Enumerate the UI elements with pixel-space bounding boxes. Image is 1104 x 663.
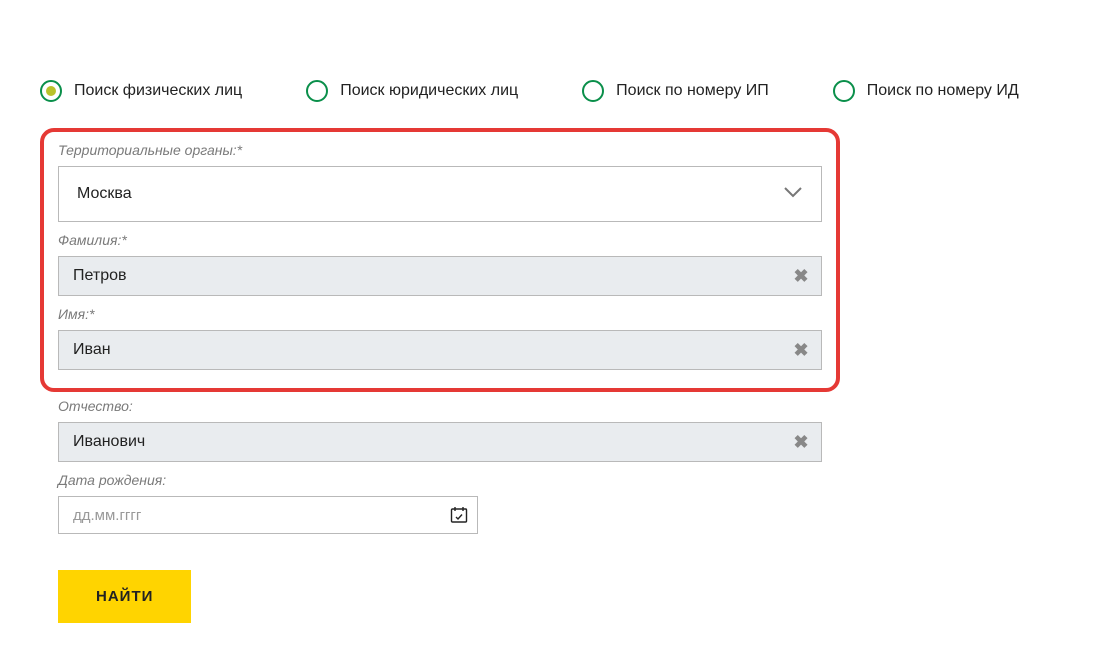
radio-label: Поиск юридических лиц xyxy=(340,82,518,100)
radio-individuals[interactable]: Поиск физических лиц xyxy=(40,80,242,102)
territory-field: Территориальные органы:* Москва xyxy=(58,142,822,222)
radio-label: Поиск по номеру ИД xyxy=(867,82,1019,100)
radio-label: Поиск физических лиц xyxy=(74,82,242,100)
radio-circle-icon xyxy=(306,80,328,102)
territory-label: Территориальные органы:* xyxy=(58,142,822,158)
radio-ip[interactable]: Поиск по номеру ИП xyxy=(582,80,769,102)
search-type-radio-group: Поиск физических лиц Поиск юридических л… xyxy=(40,80,1064,102)
clear-lastname-button[interactable]: ✖ xyxy=(781,257,821,295)
radio-circle-icon xyxy=(40,80,62,102)
radio-label: Поиск по номеру ИП xyxy=(616,82,769,100)
radio-circle-icon xyxy=(833,80,855,102)
patronymic-field: Отчество: ✖ xyxy=(58,398,822,462)
territory-select[interactable]: Москва xyxy=(58,166,822,222)
lastname-input[interactable] xyxy=(59,257,781,295)
firstname-label: Имя:* xyxy=(58,306,822,322)
birthdate-field: Дата рождения: xyxy=(58,472,822,534)
radio-circle-icon xyxy=(582,80,604,102)
close-icon: ✖ xyxy=(793,266,808,287)
birthdate-label: Дата рождения: xyxy=(58,472,822,488)
calendar-button[interactable] xyxy=(441,497,477,533)
patronymic-label: Отчество: xyxy=(58,398,822,414)
radio-id[interactable]: Поиск по номеру ИД xyxy=(833,80,1019,102)
chevron-down-icon xyxy=(783,185,803,203)
firstname-input-wrapper: ✖ xyxy=(58,330,822,370)
close-icon: ✖ xyxy=(793,340,808,361)
lastname-input-wrapper: ✖ xyxy=(58,256,822,296)
firstname-field: Имя:* ✖ xyxy=(58,306,822,370)
clear-patronymic-button[interactable]: ✖ xyxy=(781,423,821,461)
birthdate-input[interactable] xyxy=(59,497,441,533)
patronymic-input[interactable] xyxy=(59,423,781,461)
territory-value: Москва xyxy=(77,185,132,203)
search-button[interactable]: НАЙТИ xyxy=(58,570,191,623)
birthdate-input-wrapper xyxy=(58,496,478,534)
clear-firstname-button[interactable]: ✖ xyxy=(781,331,821,369)
calendar-icon xyxy=(450,506,468,524)
lastname-label: Фамилия:* xyxy=(58,232,822,248)
highlighted-section: Территориальные органы:* Москва Фамилия:… xyxy=(40,128,840,392)
patronymic-input-wrapper: ✖ xyxy=(58,422,822,462)
outer-fields: Отчество: ✖ Дата рождения: НАЙТИ xyxy=(40,398,840,623)
close-icon: ✖ xyxy=(793,432,808,453)
firstname-input[interactable] xyxy=(59,331,781,369)
lastname-field: Фамилия:* ✖ xyxy=(58,232,822,296)
radio-legal[interactable]: Поиск юридических лиц xyxy=(306,80,518,102)
